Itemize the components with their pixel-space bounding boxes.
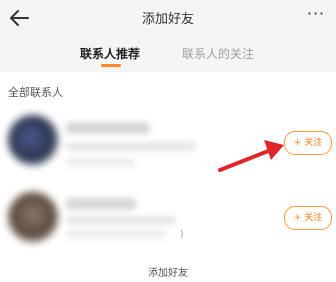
- more-options-icon[interactable]: ···: [304, 4, 328, 28]
- page-title: 添加好友: [141, 12, 194, 27]
- contact-info-blurred: [66, 158, 136, 166]
- tab-contacts-following[interactable]: 联系人的关注: [182, 45, 254, 62]
- follow-button[interactable]: + 关注: [284, 206, 332, 230]
- tab-contact-recommendations[interactable]: 联系人推荐: [80, 45, 140, 62]
- contact-name-blurred: [66, 198, 136, 210]
- section-title: 全部联系人: [8, 86, 63, 99]
- contact-info-blurred: [66, 216, 176, 225]
- active-tab-indicator: [101, 64, 121, 67]
- annotation-arrow-icon: [218, 140, 284, 172]
- avatar: [8, 115, 58, 165]
- partial-text: ): [180, 230, 184, 240]
- contact-info-blurred: [66, 142, 196, 151]
- contact-info-blurred: [66, 230, 166, 238]
- follow-button[interactable]: + 关注: [284, 131, 332, 155]
- avatar: [8, 192, 58, 242]
- image-caption: 添加好友: [148, 268, 188, 279]
- header-bar: 添加好友 ···: [0, 0, 336, 36]
- contact-name-blurred: [66, 122, 150, 134]
- tab-bar: 联系人推荐 联系人的关注: [0, 36, 336, 72]
